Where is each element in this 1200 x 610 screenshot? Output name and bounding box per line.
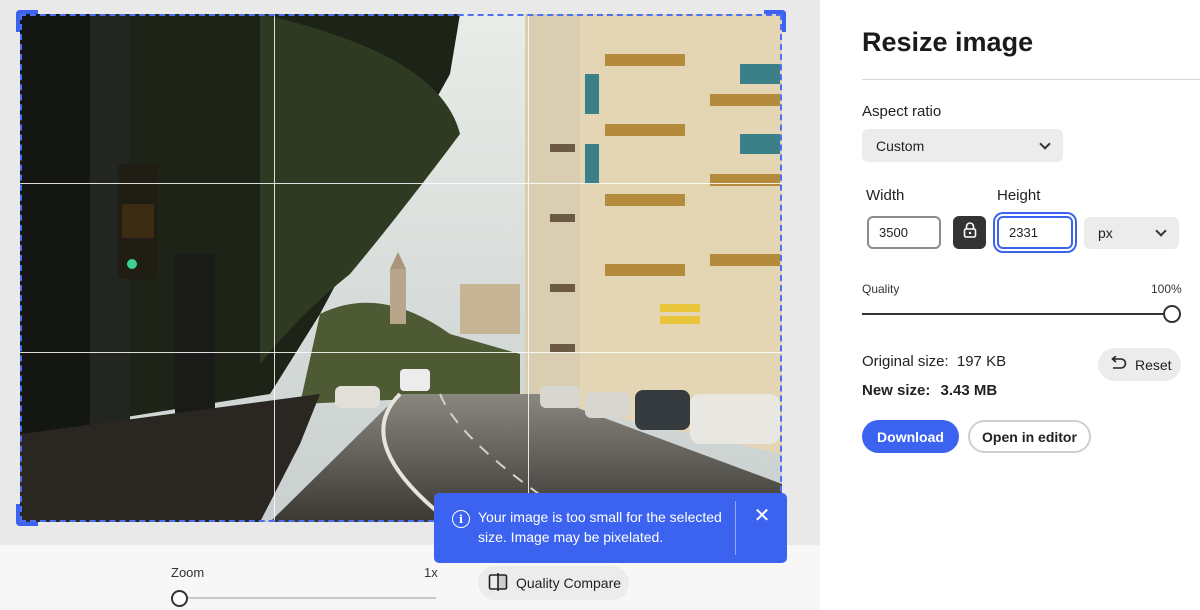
new-size: New size: 3.43 MB <box>862 382 997 399</box>
toast-message: Your image is too small for the selected… <box>478 509 722 545</box>
aspect-ratio-select[interactable]: Custom <box>862 129 1063 162</box>
crop-grid-line <box>528 14 529 522</box>
zoom-slider-track[interactable] <box>188 597 436 599</box>
unit-value: px <box>1098 225 1113 241</box>
height-label: Height <box>997 187 1041 204</box>
page-title: Resize image <box>862 27 1034 57</box>
lock-icon <box>963 222 977 243</box>
crop-grid-line <box>274 14 275 522</box>
chevron-down-icon <box>1155 225 1167 237</box>
toast-divider <box>735 501 736 555</box>
open-in-editor-button[interactable]: Open in editor <box>968 420 1091 453</box>
width-value: 3500 <box>879 225 908 240</box>
original-size: Original size: 197 KB <box>862 353 1006 370</box>
info-icon: i <box>452 510 470 528</box>
aspect-ratio-value: Custom <box>876 137 925 154</box>
crop-grid-line <box>20 183 782 184</box>
zoom-value: 1x <box>424 565 438 580</box>
crop-handle-top-right[interactable] <box>764 10 786 32</box>
original-size-label: Original size: <box>862 353 949 370</box>
height-input[interactable]: 2331 <box>997 216 1073 249</box>
quality-slider-track[interactable] <box>862 313 1164 315</box>
crop-handle-top-left[interactable] <box>16 10 38 32</box>
compare-icon <box>488 572 508 594</box>
chevron-down-icon <box>1039 137 1051 150</box>
quality-compare-button[interactable]: Quality Compare <box>478 566 629 600</box>
original-size-value: 197 KB <box>956 353 1007 370</box>
divider <box>862 79 1200 80</box>
new-size-value: 3.43 MB <box>940 382 998 399</box>
resize-panel <box>820 0 1200 610</box>
height-value: 2331 <box>1009 225 1038 240</box>
zoom-slider-thumb[interactable] <box>171 590 188 607</box>
aspect-ratio-label: Aspect ratio <box>862 103 942 120</box>
unit-select[interactable]: px <box>1084 217 1179 249</box>
crop-grid-line <box>20 352 782 353</box>
download-button[interactable]: Download <box>862 420 959 453</box>
new-size-label: New size: <box>862 382 931 399</box>
quality-value: 100% <box>1151 282 1182 296</box>
undo-icon <box>1109 355 1127 373</box>
crop-handle-bottom-left[interactable] <box>16 504 38 526</box>
width-input[interactable]: 3500 <box>867 216 941 249</box>
warning-toast: i Your image is too small for the select… <box>434 493 787 563</box>
quality-slider-thumb[interactable] <box>1163 305 1181 323</box>
reset-button[interactable]: Reset <box>1098 348 1181 381</box>
quality-label: Quality <box>862 282 900 296</box>
lock-aspect-button[interactable] <box>953 216 986 249</box>
reset-label: Reset <box>1135 356 1172 373</box>
street-photo[interactable] <box>20 14 782 522</box>
quality-compare-label: Quality Compare <box>516 575 622 591</box>
width-label: Width <box>866 187 905 204</box>
close-icon[interactable]: ✕ <box>752 506 772 526</box>
zoom-label: Zoom <box>171 565 205 580</box>
